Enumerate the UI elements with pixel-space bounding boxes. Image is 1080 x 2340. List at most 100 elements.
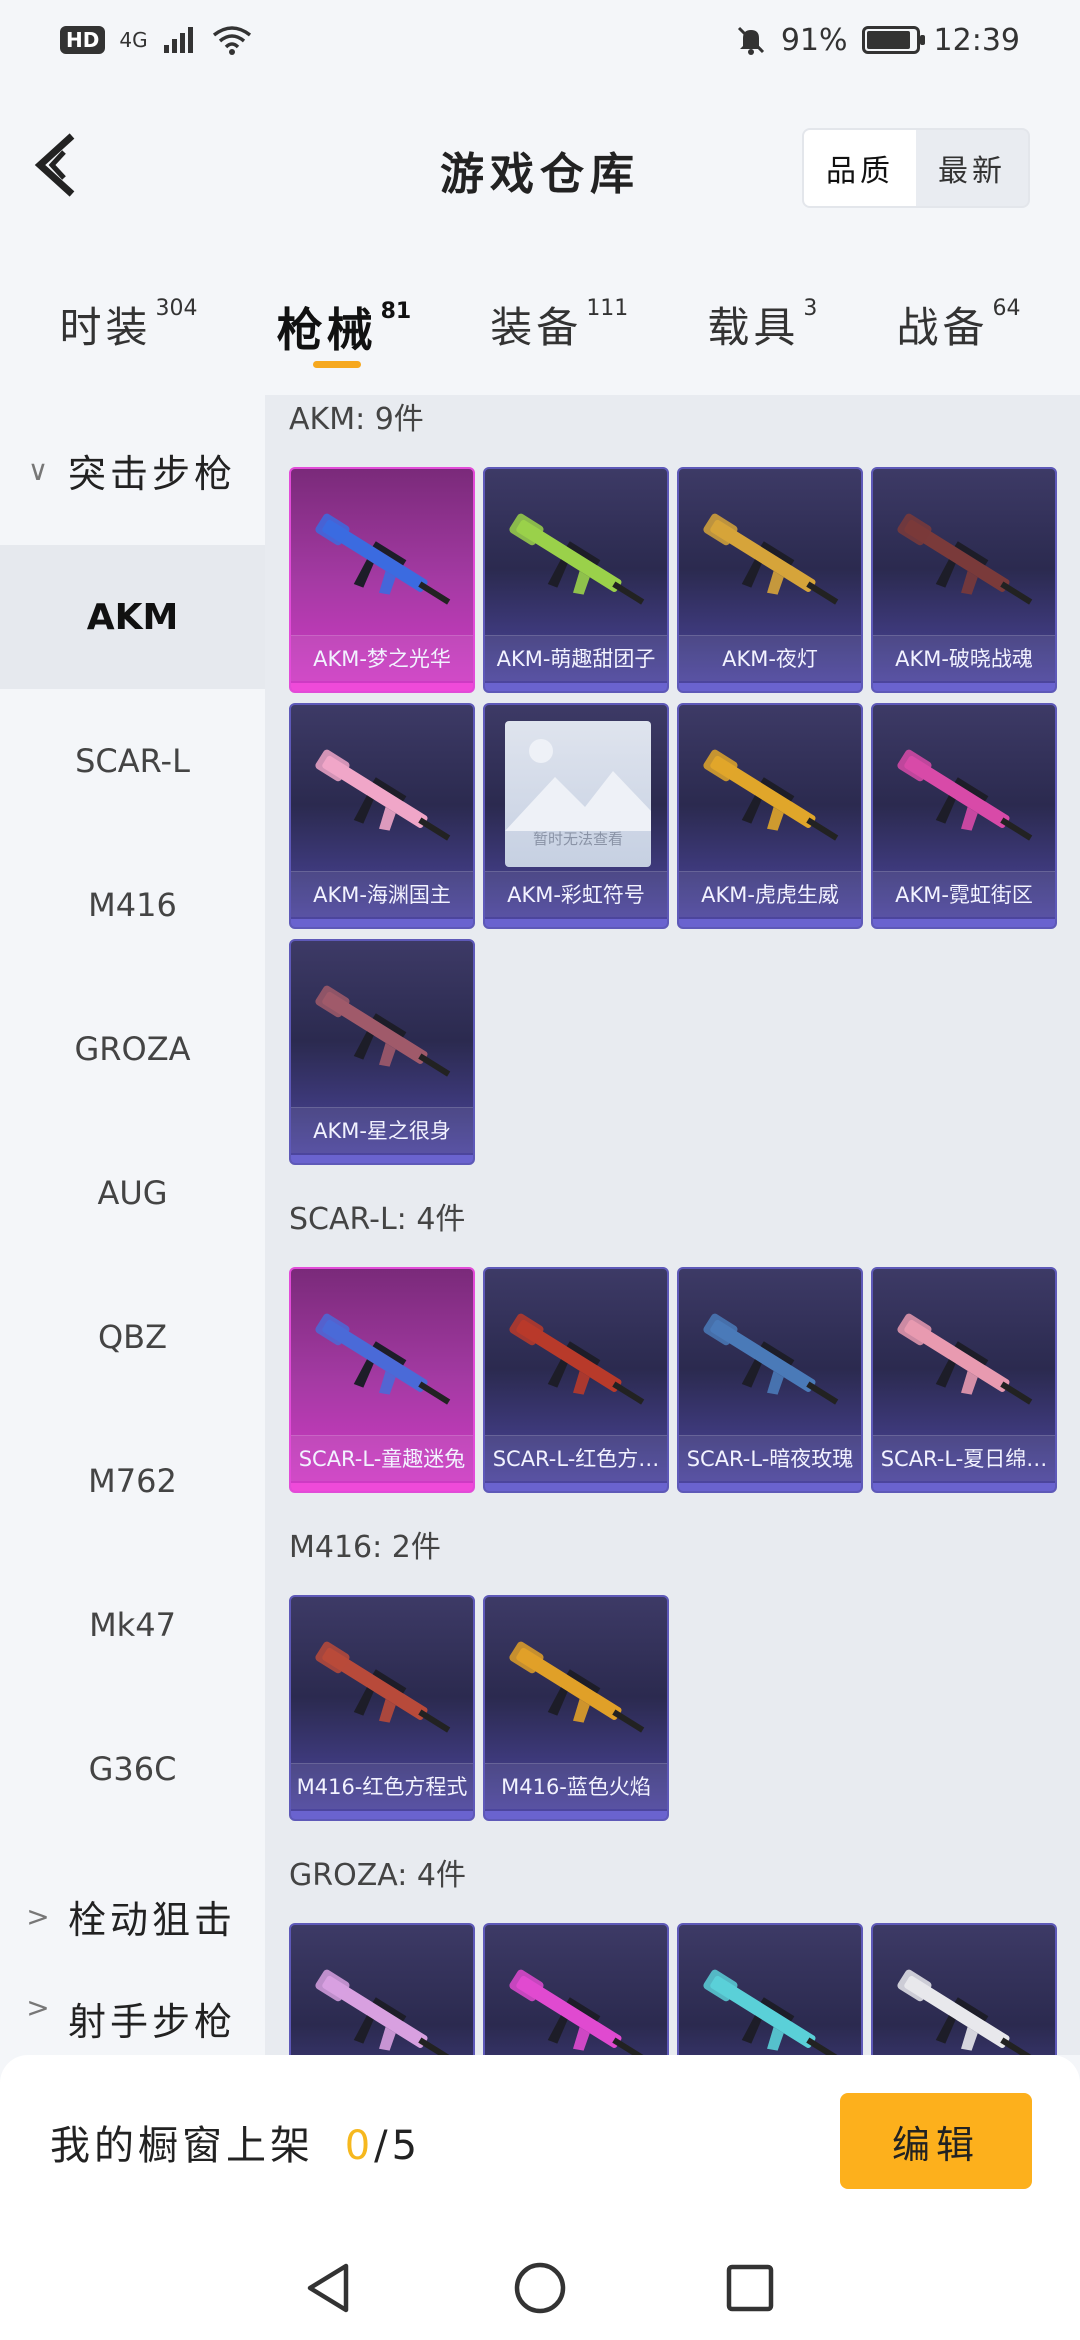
tab-count: 111: [586, 296, 629, 321]
weapon-card[interactable]: AKM-虎虎生威: [677, 703, 863, 929]
nav-recents-icon[interactable]: [720, 2258, 780, 2318]
weapon-skin-name: SCAR-L-红色方…: [485, 1435, 667, 1481]
showcase-status: 我的橱窗上架 0/5: [50, 2113, 421, 2171]
weapon-grid: AKM-梦之光华 AKM-萌趣甜团子 AKM-夜灯 AKM-破晓战魂 AKM-海…: [265, 455, 1080, 1195]
weapon-skin-name: M416-红色方程式: [291, 1763, 473, 1809]
battery-percent: 91%: [780, 22, 848, 58]
weapon-skin-name: AKM-海渊国主: [291, 871, 473, 917]
weapon-card[interactable]: SCAR-L-夏日绵…: [871, 1267, 1057, 1493]
weapon-skin-name: SCAR-L-童趣迷兔: [291, 1435, 473, 1481]
sidebar-group-marksman[interactable]: > 射手步枪: [0, 1991, 265, 2051]
sidebar-item-scar-l[interactable]: SCAR-L: [0, 689, 265, 833]
tab-fashion[interactable]: 时装 304: [60, 280, 198, 380]
sidebar-item-m416[interactable]: M416: [0, 833, 265, 977]
wifi-icon: [212, 26, 251, 55]
section-title: SCAR-L: 4件: [289, 1202, 466, 1237]
rarity-bar: [873, 1483, 1055, 1491]
weapon-card[interactable]: AKM-梦之光华: [289, 467, 475, 693]
nav-home-icon[interactable]: [510, 2258, 570, 2318]
tab-firearms[interactable]: 枪械 81: [276, 280, 411, 380]
rifle-icon: [315, 1969, 451, 2055]
weapon-skin-name: AKM-梦之光华: [291, 635, 473, 681]
tab-equipment[interactable]: 装备 111: [490, 280, 628, 380]
weapon-card[interactable]: 暂时无法查看 AKM-彩虹符号: [483, 703, 669, 929]
weapon-skin-name: AKM-虎虎生威: [679, 871, 861, 917]
weapon-card[interactable]: AKM-萌趣甜团子: [483, 467, 669, 693]
image-placeholder: 暂时无法查看: [505, 721, 651, 867]
weapon-grid-area: AKM: 9件 AKM-梦之光华 AKM-萌趣甜团子 AKM-夜灯 AKM-破晓…: [265, 395, 1080, 2055]
weapon-sidebar: ∨ 突击步枪 AKM SCAR-L M416 GROZA AUG QBZ M76…: [0, 395, 265, 2055]
rarity-bar: [291, 1155, 473, 1163]
weapon-card[interactable]: AKM-夜灯: [677, 467, 863, 693]
section-title: AKM: 9件: [289, 402, 424, 437]
rarity-bar: [485, 683, 667, 691]
showcase-count: 0: [344, 2123, 375, 2169]
rifle-icon: [315, 985, 451, 1077]
sidebar-item-mk47[interactable]: Mk47: [0, 1553, 265, 1697]
weapon-card[interactable]: SCAR-L-红色方…: [483, 1267, 669, 1493]
app-header: 游戏仓库 品质 最新: [0, 100, 1080, 230]
rifle-icon: [315, 749, 451, 841]
weapon-skin-name: AKM-星之很身: [291, 1107, 473, 1153]
tab-count: 3: [803, 296, 818, 321]
placeholder-text: 暂时无法查看: [532, 830, 623, 848]
clock: 12:39: [933, 22, 1020, 58]
showcase-label: 我的橱窗上架: [50, 2123, 314, 2169]
weapon-card[interactable]: AKM-海渊国主: [289, 703, 475, 929]
sidebar-group-label: 射手步枪: [68, 2000, 237, 2044]
tab-count: 64: [992, 296, 1021, 321]
nav-back-icon[interactable]: [300, 2258, 360, 2318]
weapon-skin-name: AKM-破晓战魂: [873, 635, 1055, 681]
sidebar-group-assault-rifles[interactable]: ∨ 突击步枪: [0, 395, 265, 545]
edit-button[interactable]: 编辑: [840, 2093, 1032, 2189]
sidebar-item-qbz[interactable]: QBZ: [0, 1265, 265, 1409]
rifle-icon: [703, 749, 839, 841]
weapon-card[interactable]: [483, 1923, 669, 2055]
rarity-bar: [291, 1483, 473, 1491]
weapon-card[interactable]: M416-蓝色火焰: [483, 1595, 669, 1821]
weapon-card[interactable]: [289, 1923, 475, 2055]
rifle-icon: [897, 1313, 1033, 1405]
active-tab-indicator: [312, 361, 361, 368]
weapon-skin-name: AKM-彩虹符号: [485, 871, 667, 917]
rifle-icon: [315, 513, 451, 605]
sidebar-group-bolt-sniper[interactable]: > 栓动狙击: [0, 1841, 265, 1991]
tab-label: 时装: [59, 303, 152, 352]
battery-icon: [861, 26, 925, 54]
sidebar-item-m762[interactable]: M762: [0, 1409, 265, 1553]
weapon-card[interactable]: [677, 1923, 863, 2055]
chevron-down-icon: ∨: [27, 453, 53, 487]
network-type: 4G: [119, 28, 148, 52]
weapon-skin-name: M416-蓝色火焰: [485, 1763, 667, 1809]
weapon-skin-name: AKM-萌趣甜团子: [485, 635, 667, 681]
rarity-bar: [679, 1483, 861, 1491]
sidebar-group-label: 栓动狙击: [68, 1897, 237, 1942]
weapon-card[interactable]: AKM-星之很身: [289, 939, 475, 1165]
category-tabs: 时装 304 枪械 81 装备 111 载具 3 战备 64: [0, 280, 1080, 380]
tab-supplies[interactable]: 战备 64: [896, 280, 1020, 380]
rifle-icon: [509, 513, 645, 605]
tab-label: 枪械: [276, 303, 377, 357]
weapon-card[interactable]: SCAR-L-暗夜玫瑰: [677, 1267, 863, 1493]
weapon-card[interactable]: AKM-霓虹街区: [871, 703, 1057, 929]
sidebar-item-akm[interactable]: AKM: [0, 545, 265, 689]
tab-vehicles[interactable]: 载具 3: [707, 280, 817, 380]
sort-toggle[interactable]: 品质 最新: [802, 128, 1030, 208]
sidebar-item-g36c[interactable]: G36C: [0, 1697, 265, 1841]
weapon-grid: [265, 1911, 1080, 2055]
weapon-card[interactable]: M416-红色方程式: [289, 1595, 475, 1821]
sort-option-newest[interactable]: 最新: [916, 130, 1028, 206]
hd-badge: HD: [60, 26, 106, 54]
sort-option-quality[interactable]: 品质: [804, 130, 916, 206]
weapon-card[interactable]: [871, 1923, 1057, 2055]
rifle-icon: [315, 1313, 451, 1405]
rifle-icon: [509, 1969, 645, 2055]
weapon-card[interactable]: AKM-破晓战魂: [871, 467, 1057, 693]
chevron-right-icon: >: [26, 1991, 54, 2024]
status-bar: HD 4G 91% 12:39: [0, 0, 1080, 80]
rifle-icon: [509, 1641, 645, 1733]
sidebar-item-aug[interactable]: AUG: [0, 1121, 265, 1265]
tab-label: 装备: [490, 303, 583, 352]
sidebar-item-groza[interactable]: GROZA: [0, 977, 265, 1121]
weapon-card[interactable]: SCAR-L-童趣迷兔: [289, 1267, 475, 1493]
